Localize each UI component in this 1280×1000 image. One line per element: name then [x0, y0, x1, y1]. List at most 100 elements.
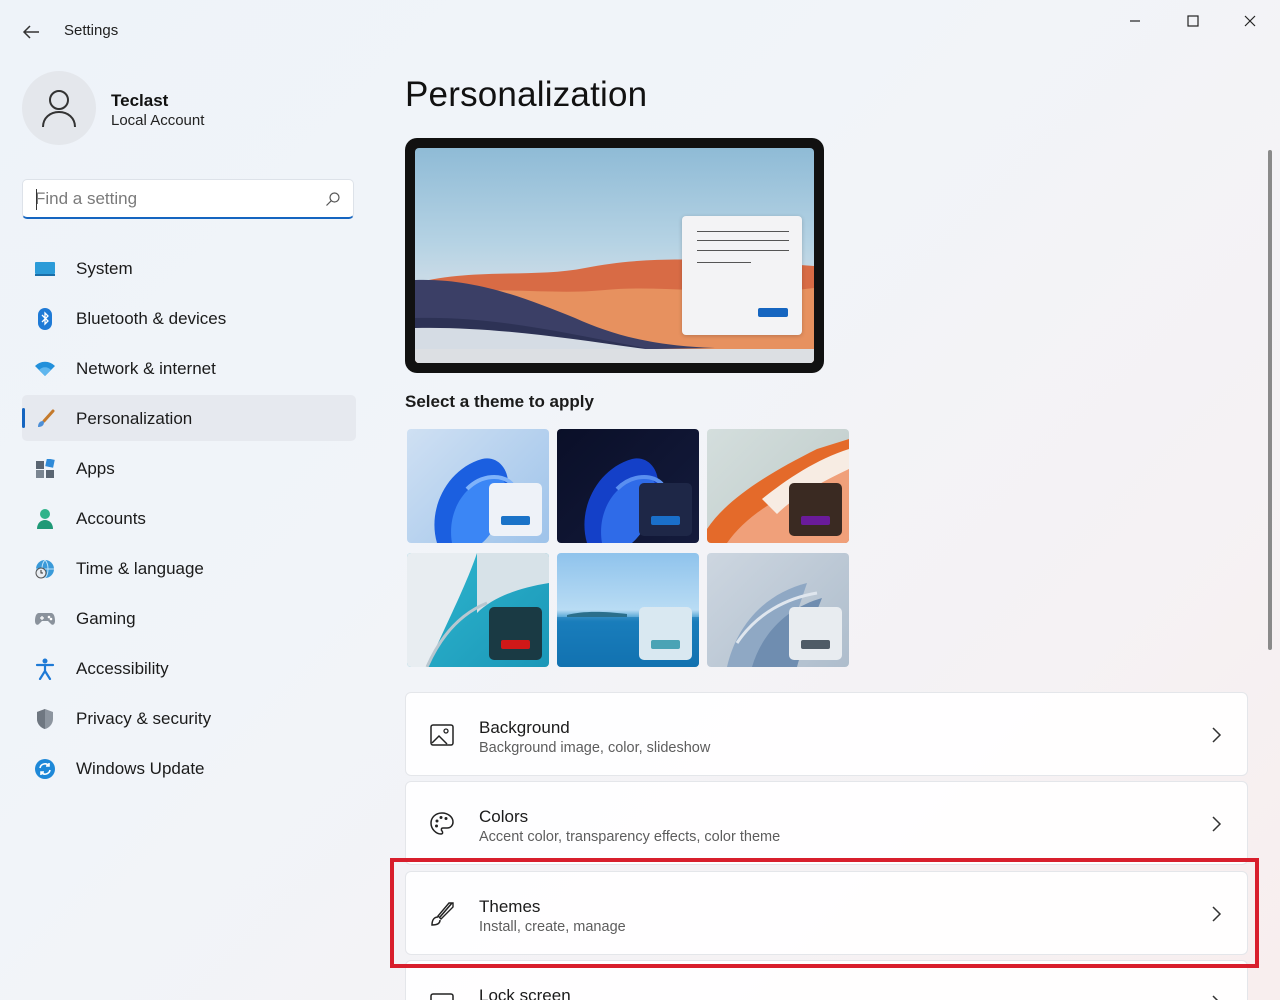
search-icon[interactable] — [325, 191, 341, 207]
sidebar-item-label: Gaming — [76, 609, 136, 628]
sidebar-item-label: Accessibility — [76, 659, 169, 678]
sidebar-item-gaming[interactable]: Gaming — [22, 595, 356, 641]
scrollbar[interactable] — [1268, 150, 1272, 650]
background-setting[interactable]: Background Background image, color, slid… — [405, 692, 1248, 776]
theme-window-sample — [789, 607, 842, 660]
chevron-right-icon — [1212, 995, 1219, 1000]
gamepad-icon — [34, 608, 56, 630]
search-box[interactable] — [22, 179, 354, 219]
account-type: Local Account — [111, 112, 205, 129]
sidebar-item-privacy-security[interactable]: Privacy & security — [22, 695, 356, 741]
update-icon — [34, 758, 56, 780]
chevron-right-icon — [1212, 906, 1222, 922]
sidebar-item-network[interactable]: Network & internet — [22, 345, 356, 391]
accessibility-icon — [34, 658, 56, 680]
system-icon — [34, 258, 56, 280]
paintbrush-icon — [428, 900, 456, 928]
sidebar-item-system[interactable]: System — [22, 245, 356, 291]
search-input[interactable] — [35, 185, 315, 213]
sidebar-item-label: Apps — [76, 459, 115, 478]
card-subtitle: Background image, color, slideshow — [479, 740, 711, 756]
app-title: Settings — [64, 22, 119, 39]
theme-windows-light[interactable] — [407, 429, 549, 543]
theme-captured-motion[interactable] — [407, 553, 549, 667]
sidebar-item-accessibility[interactable]: Accessibility — [22, 645, 356, 691]
card-subtitle: Install, create, manage — [479, 919, 626, 935]
text-caret — [36, 189, 37, 210]
theme-window-sample — [489, 607, 542, 660]
page-title: Personalization — [405, 75, 648, 114]
card-title: Lock screen — [479, 986, 571, 1000]
theme-windows-dark[interactable] — [557, 429, 699, 543]
back-button[interactable] — [14, 18, 48, 46]
theme-grid — [407, 429, 851, 667]
theme-accent-bar — [501, 640, 530, 649]
theme-section-label: Select a theme to apply — [405, 392, 594, 411]
minimize-icon — [1130, 20, 1140, 22]
sidebar-item-label: Privacy & security — [76, 709, 212, 728]
title-bar: Settings — [0, 0, 1280, 56]
globe-clock-icon — [34, 558, 56, 580]
sidebar-item-label: System — [76, 259, 133, 278]
preview-line — [697, 262, 751, 263]
theme-window-sample — [639, 483, 692, 536]
sidebar-item-label: Time & language — [76, 559, 204, 578]
theme-glow[interactable] — [707, 429, 849, 543]
preview-taskbar — [415, 349, 814, 363]
preview-line — [697, 240, 789, 241]
sidebar-item-time-language[interactable]: Time & language — [22, 545, 356, 591]
lock-screen-setting[interactable]: Lock screen — [405, 960, 1248, 1000]
settings-window: Settings Teclast Local Account Find a se… — [0, 0, 1280, 1000]
maximize-icon — [1187, 15, 1199, 27]
close-icon — [1244, 15, 1256, 27]
sidebar-item-label: Personalization — [76, 409, 193, 428]
preview-wallpaper — [415, 148, 814, 363]
image-icon — [428, 721, 456, 749]
wifi-icon — [34, 358, 56, 380]
theme-accent-bar — [651, 516, 680, 525]
avatar — [22, 71, 96, 145]
sidebar-nav: System Bluetooth & devices Network & int… — [22, 245, 356, 795]
card-title: Colors — [479, 807, 529, 826]
theme-preview — [405, 138, 824, 373]
accounts-icon — [34, 508, 56, 530]
user-name: Teclast — [111, 91, 169, 110]
theme-window-sample — [639, 607, 692, 660]
sidebar-item-apps[interactable]: Apps — [22, 445, 356, 491]
theme-flow[interactable] — [707, 553, 849, 667]
sidebar-item-windows-update[interactable]: Windows Update — [22, 745, 356, 791]
sidebar-item-label: Network & internet — [76, 359, 216, 378]
shield-icon — [34, 708, 56, 730]
brush-icon — [34, 408, 56, 430]
sidebar-item-bluetooth[interactable]: Bluetooth & devices — [22, 295, 356, 341]
sidebar-item-label: Accounts — [76, 509, 146, 528]
palette-icon — [428, 810, 456, 838]
theme-sunrise[interactable] — [557, 553, 699, 667]
themes-setting[interactable]: Themes Install, create, manage — [405, 871, 1248, 955]
theme-accent-bar — [501, 516, 530, 525]
colors-setting[interactable]: Colors Accent color, transparency effect… — [405, 781, 1248, 865]
sidebar-item-accounts[interactable]: Accounts — [22, 495, 356, 541]
sidebar-item-label: Bluetooth & devices — [76, 309, 227, 328]
theme-window-sample — [789, 483, 842, 536]
theme-accent-bar — [651, 640, 680, 649]
minimize-button[interactable] — [1112, 8, 1158, 34]
sidebar-item-label: Windows Update — [76, 759, 205, 778]
theme-window-sample — [489, 483, 542, 536]
user-profile[interactable]: Teclast Local Account — [22, 71, 342, 147]
maximize-button[interactable] — [1170, 8, 1216, 34]
chevron-right-icon — [1212, 816, 1222, 832]
close-button[interactable] — [1227, 8, 1273, 34]
theme-accent-bar — [801, 516, 830, 525]
preview-accent-button — [758, 308, 788, 317]
sidebar-item-personalization[interactable]: Personalization — [22, 395, 356, 441]
preview-line — [697, 250, 789, 251]
lock-screen-icon — [428, 989, 456, 1000]
preview-line — [697, 231, 789, 232]
chevron-right-icon — [1212, 727, 1222, 743]
person-icon — [42, 90, 76, 128]
apps-icon — [34, 458, 56, 480]
preview-window — [682, 216, 802, 335]
card-title: Themes — [479, 897, 541, 916]
theme-accent-bar — [801, 640, 830, 649]
